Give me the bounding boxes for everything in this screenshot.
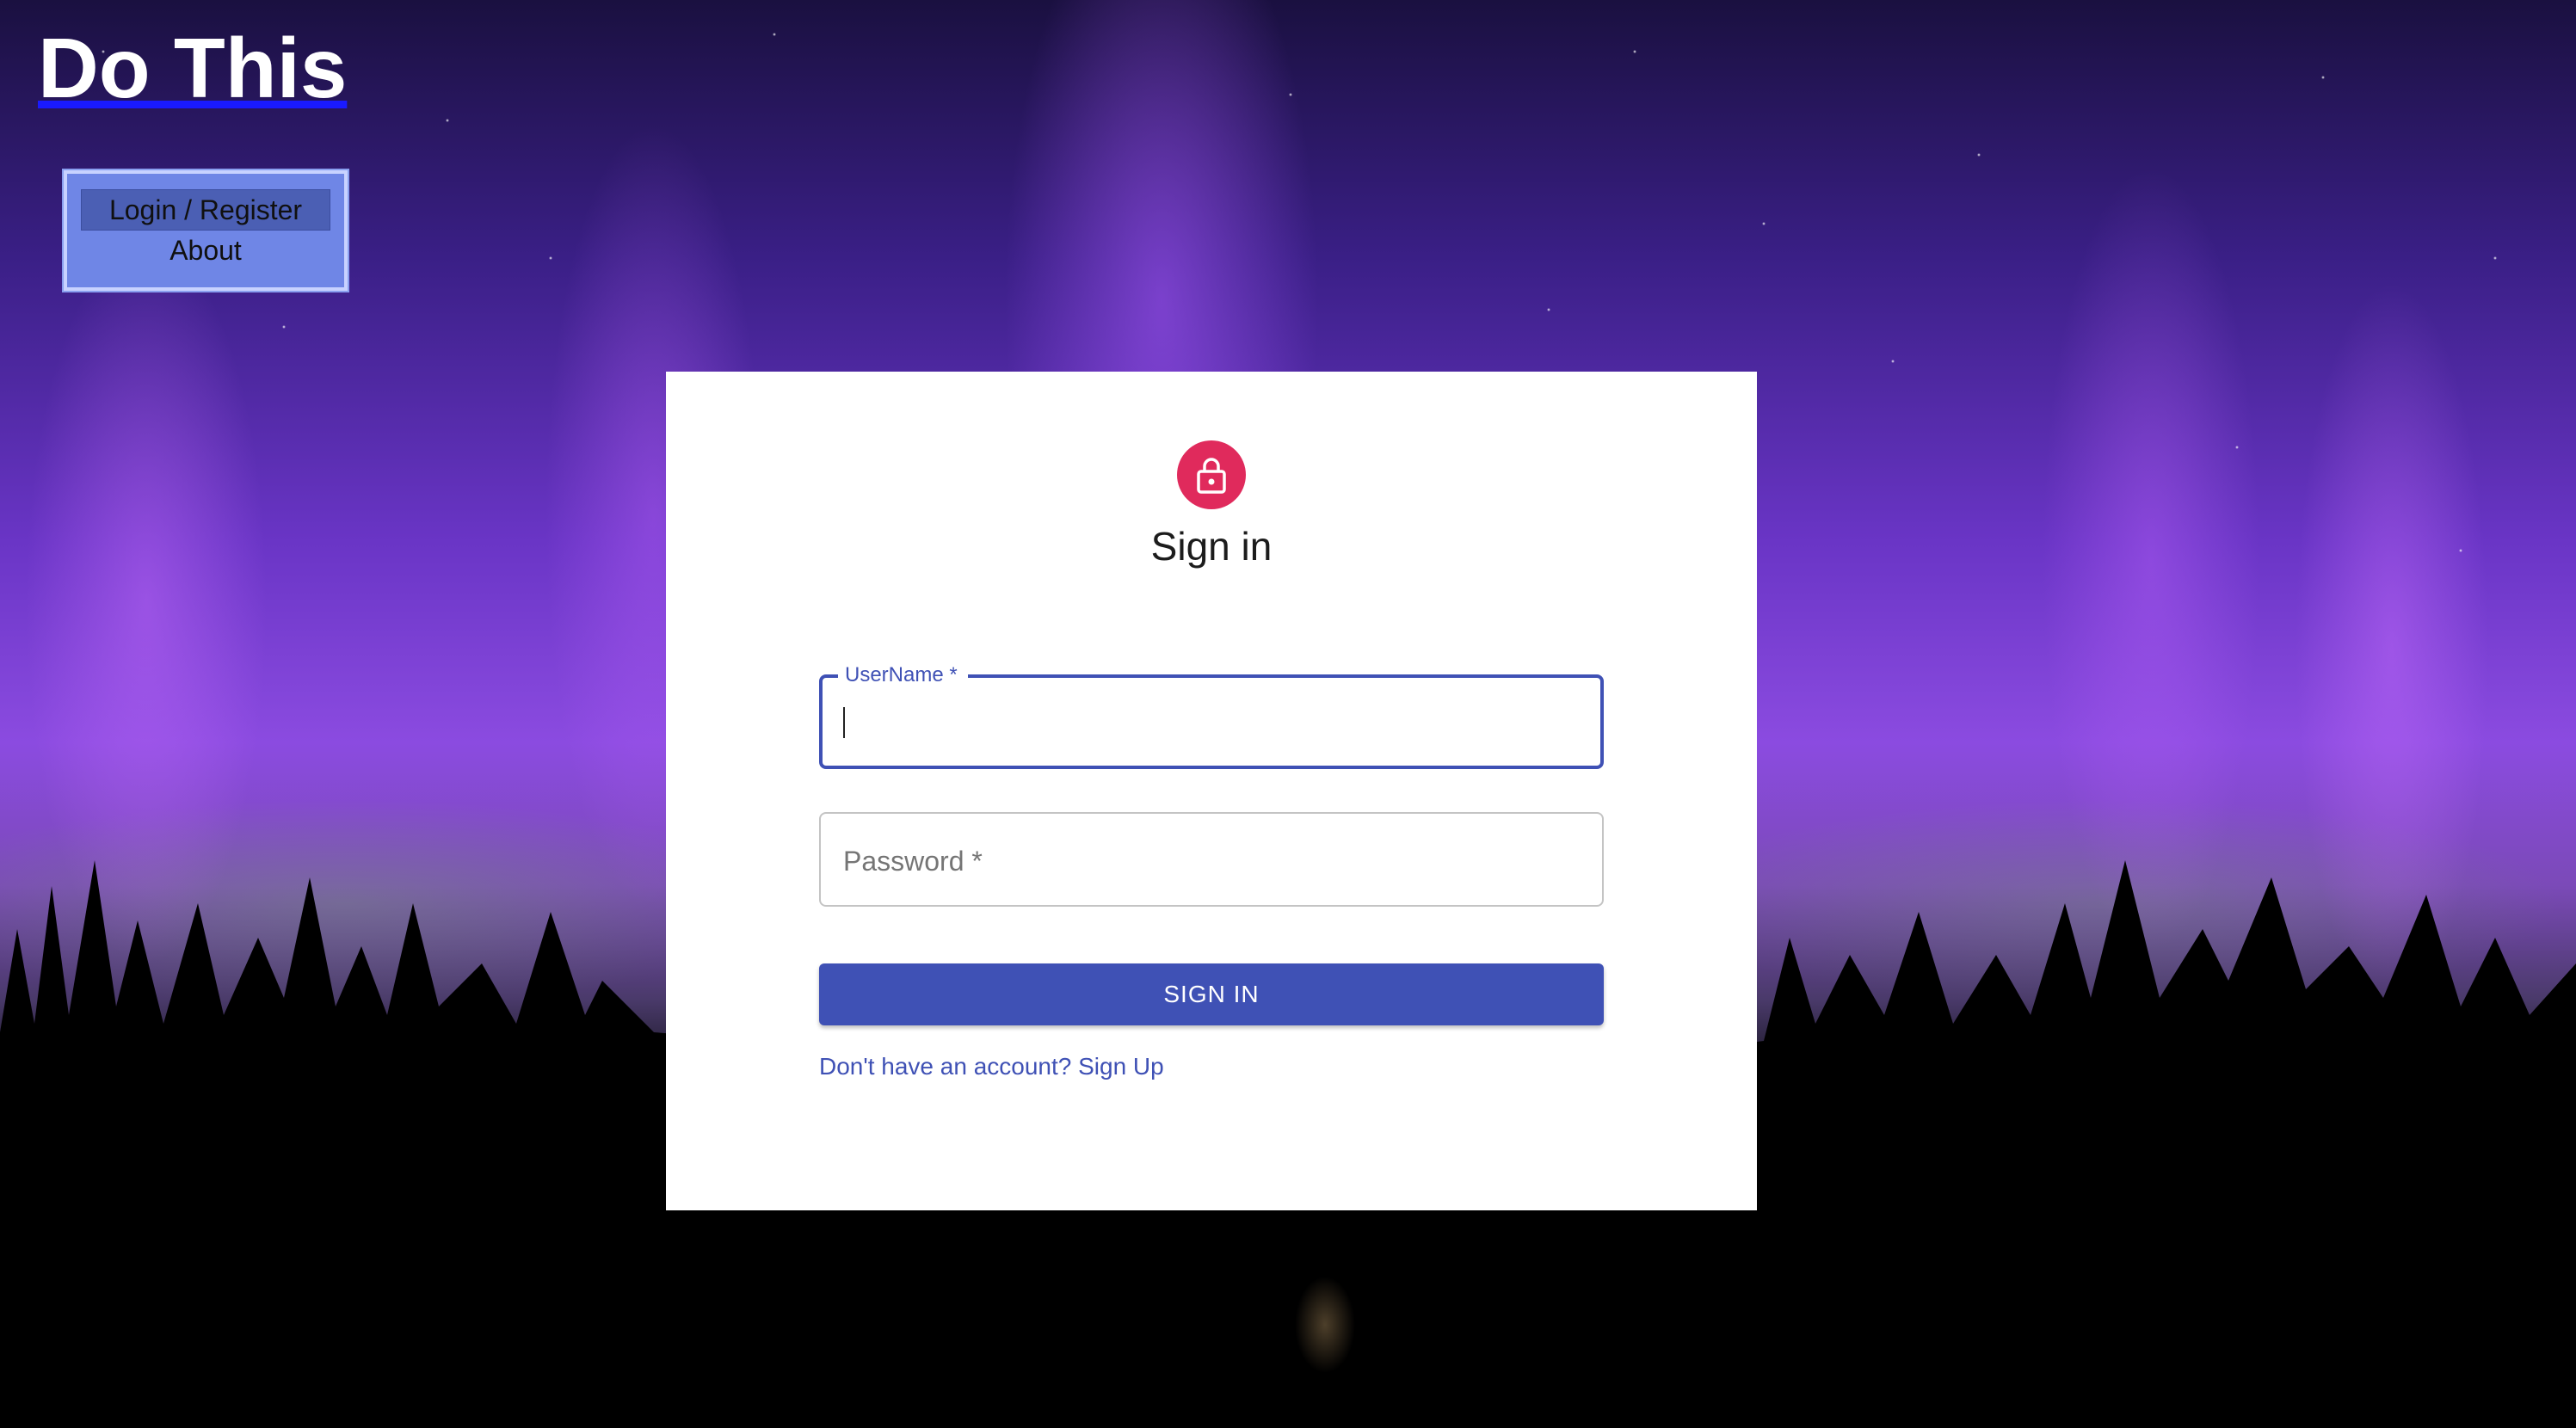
site-title-link[interactable]: Do This (38, 26, 347, 110)
lock-avatar (1177, 440, 1246, 509)
username-field[interactable]: UserName * (819, 662, 1604, 769)
password-input[interactable] (821, 814, 1602, 905)
username-input[interactable] (823, 678, 1600, 766)
text-caret (843, 707, 845, 738)
password-field[interactable]: Password * (819, 812, 1604, 907)
signin-title: Sign in (1150, 524, 1273, 569)
water-reflection (1273, 1256, 1377, 1394)
sign-in-button[interactable]: SIGN IN (819, 963, 1604, 1025)
nav-item-login-register[interactable]: Login / Register (81, 189, 330, 231)
nav-item-about[interactable]: About (169, 231, 242, 270)
sign-up-link[interactable]: Don't have an account? Sign Up (819, 1053, 1164, 1080)
lock-icon (1197, 458, 1226, 494)
nav-menu: Login / Register About (62, 169, 349, 292)
signin-card: Sign in UserName * Password * SIGN IN Do… (666, 372, 1757, 1210)
